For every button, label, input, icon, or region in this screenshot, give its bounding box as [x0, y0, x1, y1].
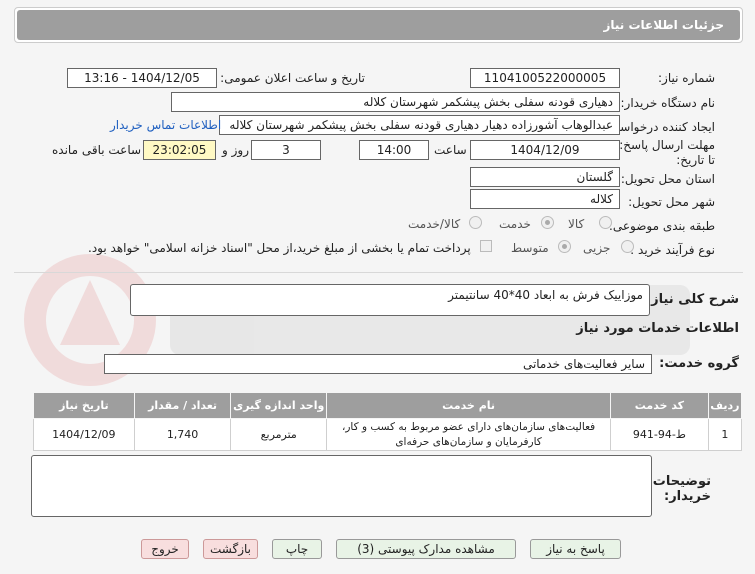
category-option-service: خدمت — [499, 217, 531, 231]
deadline-date-field: 1404/12/09 — [470, 140, 620, 160]
cell-service-name: فعالیت‌های سازمان‌های دارای عضو مربوط به… — [326, 418, 612, 451]
reply-to-need-button[interactable]: پاسخ به نیاز — [530, 539, 621, 559]
section-divider — [14, 272, 743, 273]
back-button[interactable]: بازگشت — [203, 539, 258, 559]
service-group-label: گروه خدمت: — [659, 356, 739, 371]
print-button[interactable]: چاپ — [272, 539, 322, 559]
buyer-org-label: نام دستگاه خریدار: — [620, 96, 716, 110]
category-radio-service[interactable] — [541, 216, 554, 229]
page-title: جزئیات اطلاعات نیاز — [17, 10, 740, 40]
col-quantity: تعداد / مقدار — [133, 392, 232, 419]
announce-date-field: 1404/12/05 - 13:16 — [67, 68, 217, 88]
category-radio-goods[interactable] — [599, 216, 612, 229]
process-radio-medium[interactable] — [558, 240, 571, 253]
province-label: استان محل تحویل: — [620, 172, 715, 186]
province-field: گلستان — [470, 167, 620, 187]
buyer-notes-label-line2: خریدار: — [664, 489, 711, 504]
cell-service-code: ط-94-941 — [610, 418, 709, 451]
col-service-name: نام خدمت — [326, 392, 612, 419]
need-number-field: 1104100522000005 — [470, 68, 620, 88]
category-radio-goods-service[interactable] — [469, 216, 482, 229]
services-section-title: اطلاعات خدمات مورد نیاز — [576, 321, 739, 336]
col-service-code: کد خدمت — [610, 392, 709, 419]
need-summary-field: موزاییک فرش به ابعاد 40*40 سانتیمتر — [130, 284, 650, 316]
need-summary-label: شرح کلی نیاز: — [645, 292, 739, 307]
treasury-payment-note: پرداخت تمام یا بخشی از مبلغ خرید،از محل … — [88, 241, 471, 255]
services-table: ردیف کد خدمت نام خدمت واحد اندازه گیری ت… — [33, 392, 743, 451]
days-label: روز و — [222, 143, 249, 157]
cell-quantity: 1,740 — [133, 418, 232, 451]
creator-field: عبدالوهاب آشورزاده دهیار دهیاری قودنه سف… — [219, 115, 620, 135]
cell-unit: مترمربع — [230, 418, 328, 451]
buyer-notes-field — [31, 455, 652, 517]
remaining-label: ساعت باقی مانده — [52, 143, 142, 157]
cell-need-date: 1404/12/09 — [33, 418, 135, 451]
deadline-label: مهلت ارسال پاسخ: تا تاریخ: — [619, 138, 715, 167]
category-option-goods: کالا — [568, 217, 585, 231]
col-unit: واحد اندازه گیری — [230, 392, 328, 419]
treasury-payment-checkbox[interactable] — [480, 240, 492, 252]
need-number-label: شماره نیاز: — [658, 71, 715, 85]
process-option-minor: جزیی — [583, 241, 611, 255]
cell-row: 1 — [707, 418, 743, 451]
deadline-time-label: ساعت — [434, 143, 467, 157]
announce-date-label: تاریخ و ساعت اعلان عمومی: — [220, 71, 365, 85]
buyer-org-field: دهیاری قودنه سفلی بخش پیشکمر شهرستان کلا… — [171, 92, 620, 112]
table-header-row: ردیف کد خدمت نام خدمت واحد اندازه گیری ت… — [33, 392, 743, 419]
col-need-date: تاریخ نیاز — [33, 392, 135, 419]
city-field: کلاله — [470, 189, 620, 209]
buyer-notes-label-line1: توضیحات — [652, 474, 711, 489]
process-radio-minor[interactable] — [621, 240, 634, 253]
category-label: طبقه بندی موضوعی: — [608, 219, 715, 233]
city-label: شهر محل تحویل: — [628, 195, 715, 209]
process-option-medium: متوسط — [511, 241, 549, 255]
category-option-goods-service: کالا/خدمت — [408, 217, 461, 231]
service-group-field: سایر فعالیت‌های خدماتی — [104, 354, 652, 374]
table-row: 1 ط-94-941 فعالیت‌های سازمان‌های دارای ع… — [33, 418, 743, 451]
days-field: 3 — [251, 140, 321, 160]
exit-button[interactable]: خروج — [141, 539, 189, 559]
buyer-contact-link[interactable]: اطلاعات تماس خریدار — [110, 118, 221, 132]
col-row: ردیف — [707, 392, 743, 419]
deadline-time-field: 14:00 — [359, 140, 429, 160]
remaining-time-field: 23:02:05 — [143, 140, 216, 160]
process-type-label: نوع فرآیند خرید : — [630, 243, 715, 257]
details-panel-header: جزئیات اطلاعات نیاز — [14, 7, 743, 43]
view-attachments-button[interactable]: مشاهده مدارک پیوستی (3) — [336, 539, 516, 559]
creator-label: ایجاد کننده درخواست: — [604, 120, 715, 134]
